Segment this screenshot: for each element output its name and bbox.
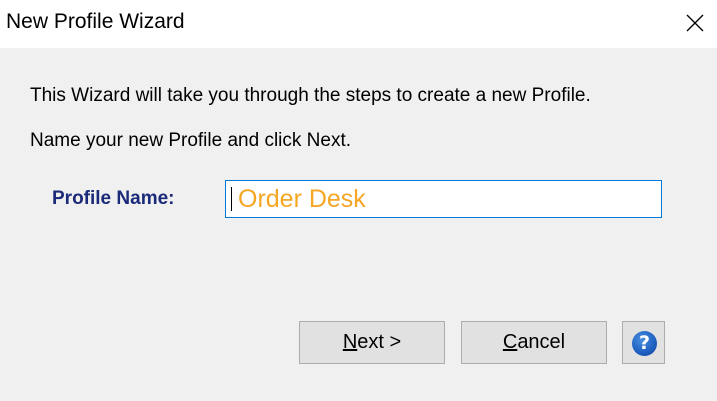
intro-text: This Wizard will take you through the st…	[30, 85, 591, 106]
cancel-button[interactable]: Cancel	[461, 321, 607, 364]
next-label: ext >	[357, 331, 402, 353]
wizard-window: New Profile Wizard This Wizard will take…	[0, 0, 717, 401]
window-title: New Profile Wizard	[6, 10, 185, 33]
cancel-label: ancel	[517, 331, 566, 353]
close-button[interactable]	[671, 0, 717, 48]
help-icon: ?	[632, 331, 657, 356]
instruction-text: Name your new Profile and click Next.	[30, 130, 352, 151]
title-bar: New Profile Wizard	[0, 0, 717, 48]
text-caret	[231, 187, 232, 211]
profile-name-label: Profile Name:	[52, 188, 175, 209]
cancel-mnemonic: C	[502, 331, 518, 353]
next-button[interactable]: Next >	[299, 321, 445, 364]
help-button[interactable]: ?	[622, 321, 665, 364]
close-icon	[686, 14, 704, 32]
profile-name-input[interactable]	[225, 180, 662, 218]
next-mnemonic: N	[342, 331, 358, 353]
